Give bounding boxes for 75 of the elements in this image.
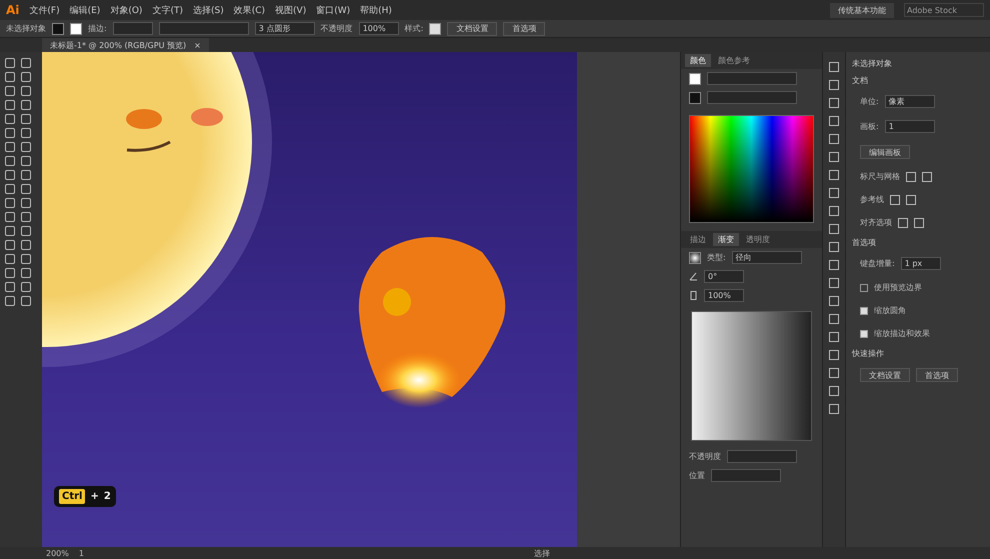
checkbox[interactable] — [860, 284, 868, 292]
unit-label: 单位: — [860, 96, 879, 107]
menu-item[interactable]: 帮助(H) — [360, 4, 392, 16]
angle-icon — [689, 272, 698, 281]
panel-tab[interactable]: 透明度 — [741, 233, 775, 246]
toolbar-button[interactable]: 文档设置 — [447, 22, 498, 36]
panel-tab[interactable]: 颜色参考 — [713, 54, 755, 67]
row-label: 标尺与网格 — [860, 171, 900, 182]
panel-tab[interactable]: 颜色 — [685, 54, 711, 67]
ratio-field[interactable]: 100% — [704, 289, 744, 302]
zoom-field[interactable]: 200% — [46, 548, 69, 558]
checkbox-label: 缩放描边和效果 — [874, 328, 930, 339]
input-field[interactable] — [727, 450, 797, 463]
unit-dropdown[interactable]: 像素 — [884, 95, 935, 108]
stroke-swatch[interactable] — [689, 92, 701, 104]
selection-label: 未选择对象 — [6, 23, 46, 34]
panel-title: 未选择对象 — [852, 58, 893, 69]
color-spectrum[interactable] — [689, 115, 814, 223]
nudge-field[interactable]: 1 px — [900, 257, 941, 270]
menu-item[interactable]: 对象(O) — [110, 4, 142, 16]
aspect-ratio-icon — [689, 291, 698, 300]
row-label: 对齐选项 — [860, 217, 892, 228]
angle-field[interactable]: 0° — [704, 270, 744, 283]
type-label: 类型: — [707, 252, 726, 263]
app-logo: Ai — [6, 3, 20, 17]
brush-field[interactable]: 3 点圆形 — [254, 22, 315, 35]
panel-tab[interactable]: 渐变 — [713, 233, 739, 246]
style-label: 样式: — [404, 23, 424, 34]
edit-artboard-button[interactable]: 编辑画板 — [860, 145, 910, 159]
section-title: 文档 — [852, 75, 869, 86]
menu-item[interactable]: 编辑(E) — [70, 4, 100, 16]
value-field[interactable] — [707, 72, 797, 85]
workspace-switcher[interactable]: 传统基本功能 — [830, 2, 894, 18]
menu-item[interactable]: 选择(S) — [192, 4, 224, 16]
action-button[interactable]: 首选项 — [916, 368, 958, 382]
input-field[interactable] — [711, 469, 781, 482]
action-button[interactable]: 文档设置 — [860, 368, 910, 382]
artboard-dropdown[interactable]: 1 — [884, 120, 935, 133]
field-label: 不透明度 — [689, 451, 721, 462]
menu-item[interactable]: 效果(C) — [234, 4, 266, 16]
stroke-label: 描边: — [88, 23, 107, 34]
number-key: 2 — [104, 491, 111, 502]
search-field[interactable]: Adobe Stock — [904, 3, 984, 17]
value-field[interactable] — [707, 91, 797, 104]
fill-swatch[interactable] — [52, 22, 64, 34]
artboard-label: 画板: — [860, 121, 879, 132]
tool-status: 选择 — [534, 548, 550, 558]
stroke-swatch[interactable] — [70, 22, 82, 34]
field-label: 位置 — [689, 470, 705, 481]
toolbar-button[interactable]: 首选项 — [503, 22, 546, 36]
row-label: 参考线 — [860, 194, 884, 205]
checkbox-label: 缩放圆角 — [874, 305, 906, 316]
artboard-field[interactable]: 1 — [78, 548, 84, 558]
menu-item[interactable]: 窗口(W) — [316, 4, 350, 16]
opacity-label: 不透明度 — [320, 23, 353, 34]
section-title: 快速操作 — [852, 348, 885, 359]
menu-item[interactable]: 文字(T) — [152, 4, 183, 16]
ctrl-key: Ctrl — [59, 489, 86, 504]
plus-sign: + — [90, 491, 99, 502]
checkbox[interactable] — [860, 330, 868, 338]
stroke-field[interactable] — [112, 22, 153, 35]
variable-width-field[interactable] — [158, 22, 249, 35]
opacity-field[interactable]: 100% — [358, 22, 399, 35]
gradient-swatch[interactable] — [689, 252, 701, 264]
menu-item[interactable]: 文件(F) — [29, 4, 60, 16]
menu-item[interactable]: 视图(V) — [275, 4, 306, 16]
nudge-label: 键盘增量: — [860, 258, 895, 269]
checkbox-label: 使用预览边界 — [874, 282, 922, 293]
document-tab[interactable]: 未标题-1* @ 200% (RGB/GPU 预览) × — [42, 38, 209, 52]
panel-tab[interactable]: 描边 — [685, 233, 711, 246]
style-swatch[interactable] — [429, 22, 442, 34]
section-title: 首选项 — [852, 237, 877, 248]
fill-swatch[interactable] — [689, 72, 701, 84]
type-dropdown[interactable]: 径向 — [732, 251, 802, 264]
checkbox[interactable] — [860, 306, 868, 314]
